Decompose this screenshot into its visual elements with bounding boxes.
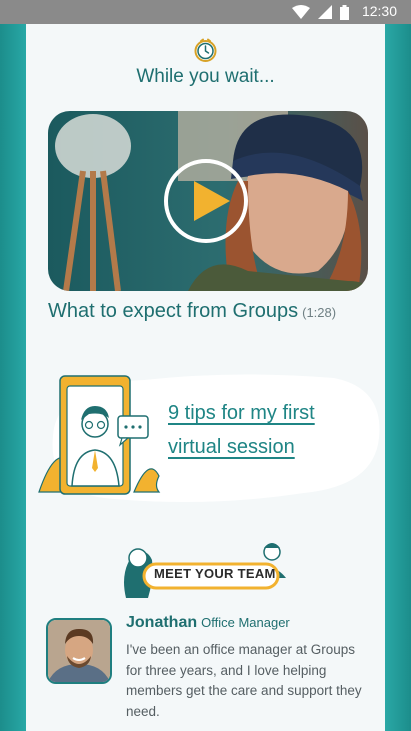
signal-icon xyxy=(317,5,332,19)
member-heading: Jonathan Office Manager xyxy=(126,614,290,632)
status-icons xyxy=(289,5,349,20)
content-card[interactable]: While you wait... What to expect from Gr… xyxy=(26,24,385,731)
background-right xyxy=(385,0,411,731)
status-time: 12:30 xyxy=(361,3,397,19)
member-name: Jonathan xyxy=(126,614,198,631)
tips-link-line2: virtual session xyxy=(168,436,295,458)
background-left xyxy=(0,0,26,731)
clock-icon xyxy=(194,38,217,62)
page-title: While you wait... xyxy=(136,66,275,87)
video-duration: (1:28) xyxy=(302,305,337,320)
member-role: Office Manager xyxy=(201,615,290,630)
tips-link[interactable]: 9 tips for my first virtual session xyxy=(168,396,368,464)
status-bar: 12:30 xyxy=(0,0,411,24)
team-badge-label: MEET YOUR TEAM xyxy=(154,566,276,581)
wifi-icon xyxy=(291,5,310,19)
member-bio: I've been an office manager at Groups fo… xyxy=(126,642,362,719)
battery-icon xyxy=(340,5,349,20)
video-player[interactable] xyxy=(48,111,368,291)
tips-link-line1: 9 tips for my first xyxy=(168,402,315,424)
video-title[interactable]: What to expect from Groups (1:28) xyxy=(48,300,385,323)
video-title-text: What to expect from Groups xyxy=(48,300,299,322)
avatar xyxy=(46,618,112,684)
